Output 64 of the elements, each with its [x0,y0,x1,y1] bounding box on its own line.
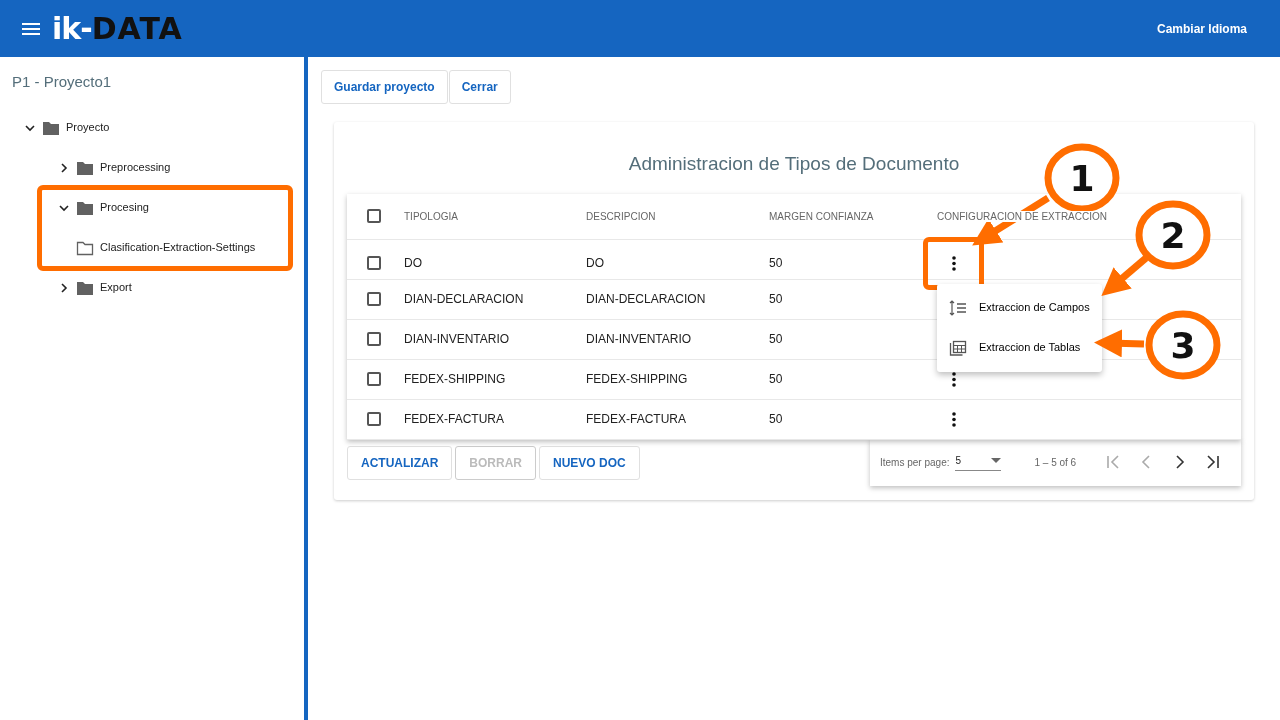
tree-item[interactable]: Proyecto [24,107,304,148]
chevron-right-icon[interactable] [58,161,70,174]
table-cell: 50 [769,292,783,306]
table-cell: FEDEX-FACTURA [404,412,504,426]
tree-item[interactable]: Procesing [58,187,290,228]
more-button[interactable] [926,239,981,287]
table-cell: DIAN-INVENTARIO [404,332,510,346]
action-button: BORRAR [455,445,536,480]
tree-item[interactable]: Clasification-Extraction-Settings [76,227,290,268]
column-header: TIPOLOGIA [404,210,458,222]
more-icon [952,411,956,427]
table-cell: 50 [769,332,783,346]
page-size-label: Items per page: [880,455,950,470]
folder-icon [42,119,60,136]
more-icon [951,255,956,271]
table-icon [949,339,967,356]
dropdown-arrow-icon [991,458,1002,463]
table-cell: DO [404,256,422,270]
line-spacing-icon [949,299,967,316]
checkbox[interactable] [367,412,381,426]
menu-item[interactable]: Extraccion de Campos [937,287,1102,328]
folder-icon [76,239,94,256]
tree-item[interactable]: Export [58,267,304,308]
checkbox[interactable] [367,372,381,386]
folder-icon [76,199,94,216]
callout-arrow [1094,329,1145,358]
checkbox[interactable] [367,292,381,306]
checkbox[interactable] [367,256,381,270]
column-header: DESCRIPCION [586,210,656,222]
chevron-right-icon[interactable] [58,281,70,294]
table-cell: 50 [769,412,783,426]
menu-item[interactable]: Extraccion de Tablas [937,327,1102,368]
table-cell: FEDEX-SHIPPING [586,372,688,386]
checkbox[interactable] [367,332,381,346]
folder-icon [76,159,94,176]
action-button[interactable]: ACTUALIZAR [347,445,453,480]
menu-icon[interactable] [22,21,40,36]
language-button[interactable]: Cambiar Idioma [1150,18,1253,39]
folder-icon [76,279,94,296]
table-cell: DIAN-DECLARACION [404,292,524,306]
tree-item[interactable]: Preprocessing [58,147,304,188]
close-button[interactable]: Cerrar [448,70,511,104]
logo: ik-DATA [52,11,183,46]
callout-arrow [1101,255,1149,297]
last-page-icon [1205,454,1220,470]
first-page-icon [1106,454,1121,470]
table-cell: DIAN-DECLARACION [586,292,706,306]
table-cell: DIAN-INVENTARIO [586,332,692,346]
table-cell: 50 [769,372,783,386]
page-size-select[interactable]: 5 [955,453,1002,471]
table-cell: FEDEX-FACTURA [586,412,686,426]
table-cell: 50 [769,256,783,270]
table-cell: FEDEX-SHIPPING [404,372,506,386]
page-range: 1 – 5 of 6 [1034,455,1077,470]
table-cell: DO [586,256,604,270]
panel-title: Administracion de Tipos de Documento [628,153,960,174]
column-header: MARGEN CONFIANZA [769,210,874,222]
project-title: P1 - Proyecto1 [12,72,113,92]
more-icon [952,371,956,387]
checkbox[interactable] [367,209,381,223]
column-header: CONFIGURACION DE EXTRACCION [937,210,1107,222]
action-button[interactable]: NUEVO DOC [539,445,640,480]
save-button[interactable]: Guardar proyecto [321,70,448,104]
numbered-callout: 1 [1044,143,1120,213]
